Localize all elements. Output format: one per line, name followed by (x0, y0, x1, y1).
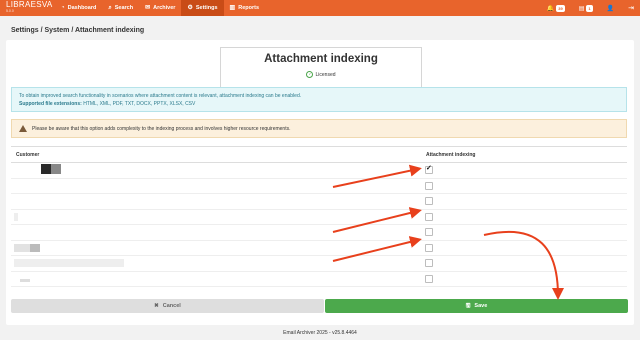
annotation-arrows (332, 164, 564, 300)
annotation-arrow-2 (332, 207, 422, 233)
annotation-arrow-1 (332, 164, 422, 188)
annotation-arrow-3 (332, 236, 422, 262)
annotation-arrow-curve (483, 230, 564, 300)
